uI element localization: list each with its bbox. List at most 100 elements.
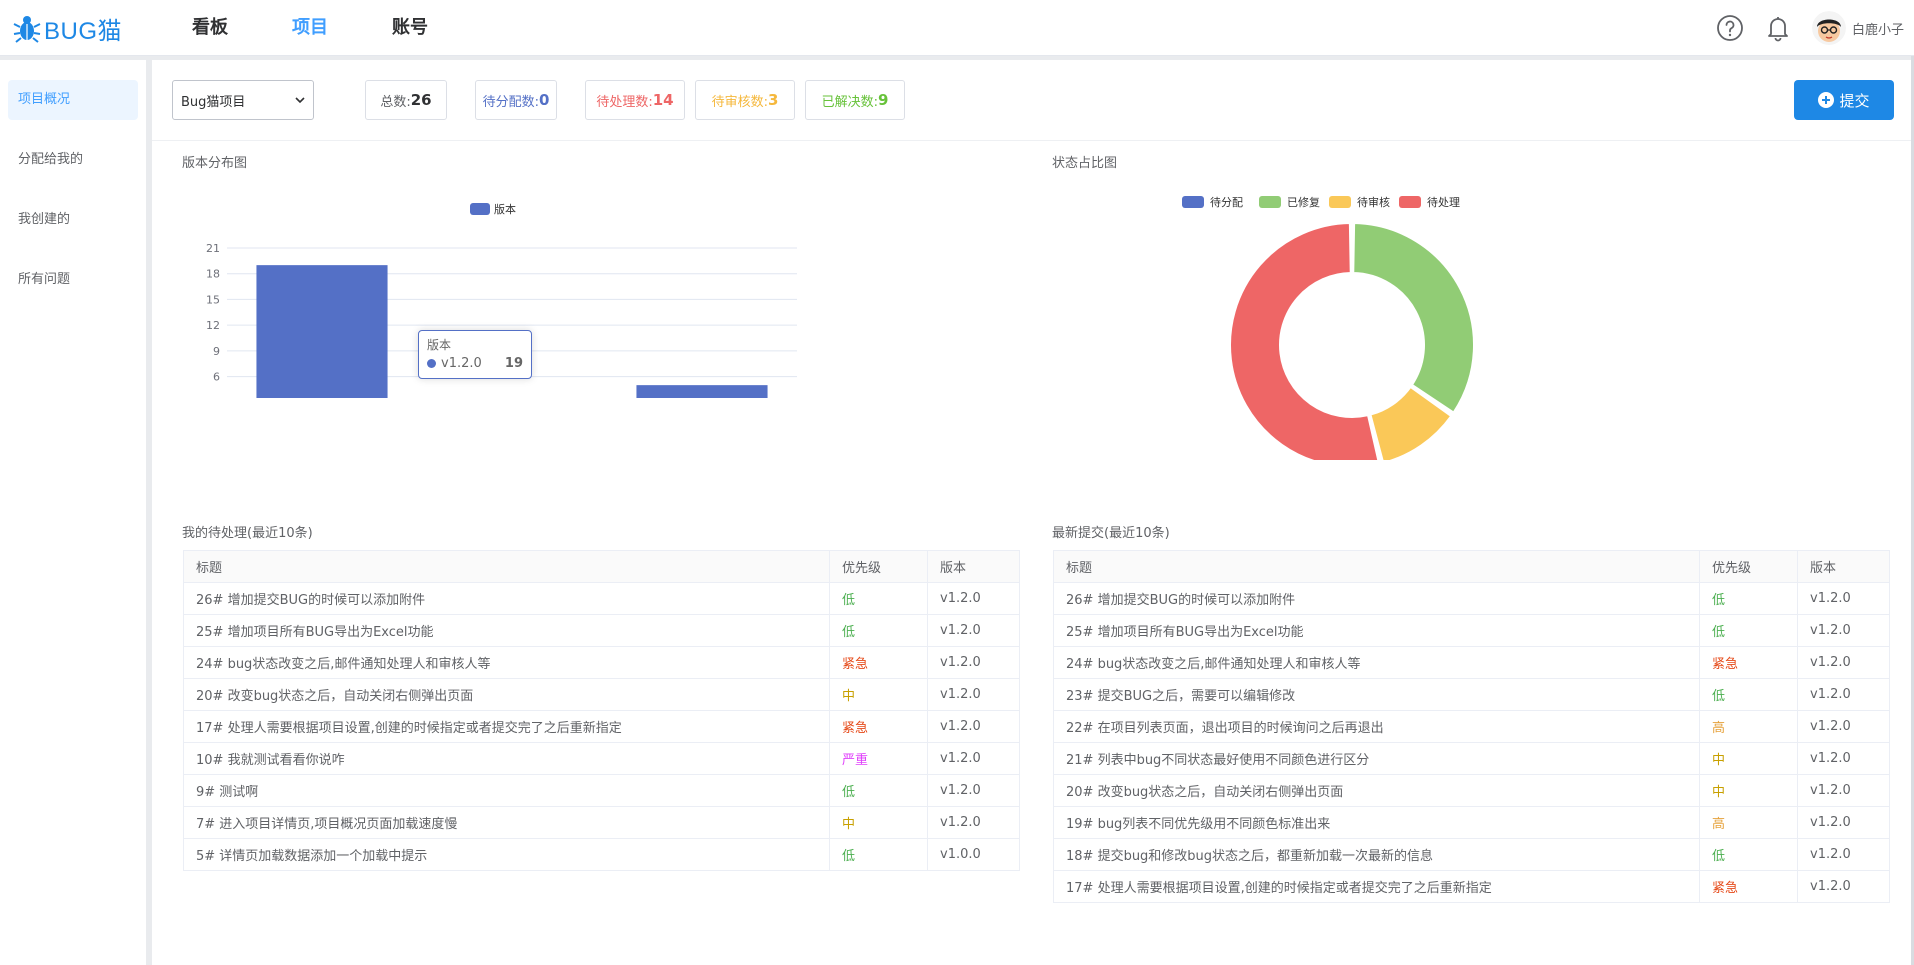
row-title: 26# 增加提交BUG的时候可以添加附件 [1053,582,1700,615]
stat-to-assign[interactable]: 待分配数: 0 [475,80,557,120]
y-tick-label: 18 [206,268,220,281]
tooltip-value: 19 [504,356,523,371]
row-title: 25# 增加项目所有BUG导出为Excel功能 [1053,614,1700,647]
row-version: v1.2.0 [927,806,1020,839]
legend-swatch-1 [1259,196,1281,208]
stat-to-process[interactable]: 待处理数: 14 [585,80,685,120]
table-row[interactable]: 10# 我就测试看看你说咋 严重 v1.2.0 [183,742,1020,775]
latest-table-title: 最新提交(最近10条) [1052,526,1170,541]
stat-to-review-value: 3 [767,91,779,109]
top-right-tools: 白鹿小子 [1716,0,1904,56]
row-priority: 紧急 [829,646,928,679]
table-row[interactable]: 25# 增加项目所有BUG导出为Excel功能低 v1.2.0 [183,614,1020,647]
legend-swatch-0 [1182,196,1204,208]
row-priority: 低 [1699,838,1798,871]
bell-icon[interactable] [1764,14,1792,42]
table-row[interactable]: 24# bug状态改变之后,邮件通知处理人和审核人等 紧急 v1.2.0 [183,646,1020,679]
table-row[interactable]: 7# 进入项目详情页,项目概况页面加载速度慢中 v1.2.0 [183,806,1020,839]
user-name[interactable]: 白鹿小子 [1852,19,1904,38]
row-version: v1.2.0 [927,614,1020,647]
row-version: v1.2.0 [1797,582,1890,615]
row-title: 24# bug状态改变之后,邮件通知处理人和审核人等 [1053,646,1700,679]
table-row[interactable]: 22# 在项目列表页面，退出项目的时候询问之后再退出高 v1.2.0 [1053,710,1890,743]
row-version: v1.2.0 [927,710,1020,743]
row-priority: 中 [829,806,928,839]
table-row[interactable]: 18# 提交bug和修改bug状态之后，都重新加载一次最新的信息低 v1.2.0 [1053,838,1890,871]
row-version: v1.2.0 [927,582,1020,615]
legend-swatch-3 [1399,196,1421,208]
tooltip-series: 版本 [427,338,452,352]
row-title: 20# 改变bug状态之后，自动关闭右侧弹出页面 [1053,774,1700,807]
col-version[interactable]: 版本 [1797,550,1890,583]
sidebar-item-all-issues[interactable]: 所有问题 [8,260,138,300]
table-row[interactable]: 25# 增加项目所有BUG导出为Excel功能低 v1.2.0 [1053,614,1890,647]
row-title: 17# 处理人需要根据项目设置,创建的时候指定或者提交完了之后重新指定 [1053,870,1700,903]
row-priority: 紧急 [1699,646,1798,679]
table-row[interactable]: 20# 改变bug状态之后，自动关闭右侧弹出页面中 v1.2.0 [1053,774,1890,807]
project-select[interactable]: Bug猫项目 [172,80,314,120]
table-row[interactable]: 5# 详情页加载数据添加一个加载中提示低 v1.0.0 [183,838,1020,871]
row-priority: 高 [1699,710,1798,743]
sidebar-item-overview[interactable]: 项目概况 [8,80,138,120]
table-row[interactable]: 9# 测试啊低 v1.2.0 [183,774,1020,807]
bar-v1.2.0 [256,265,388,398]
stat-resolved-value: 9 [877,91,889,109]
sidebar-item-created-by-me[interactable]: 我创建的 [8,200,138,240]
row-priority: 低 [829,838,928,871]
row-title: 21# 列表中bug不同状态最好使用不同颜色进行区分 [1053,742,1700,775]
table-row[interactable]: 20# 改变bug状态之后，自动关闭右侧弹出页面中 v1.2.0 [183,678,1020,711]
logo-text: BUG猫 [44,17,123,45]
sidebar-item-assigned-to-me[interactable]: 分配给我的 [8,140,138,180]
row-version: v1.2.0 [1797,774,1890,807]
plus-circle-icon [1818,92,1835,108]
pending-table: 标题 优先级 版本 26# 增加提交BUG的时候可以添加附件低 v1.2.0 25#… [183,550,1020,871]
row-priority: 低 [1699,678,1798,711]
row-version: v1.2.0 [1797,710,1890,743]
stat-resolved-label: 已解决数: [821,94,878,110]
row-version: v1.2.0 [927,742,1020,775]
submit-button[interactable]: 提交 [1794,80,1894,120]
help-circle-icon[interactable] [1716,14,1744,42]
stat-to-review[interactable]: 待审核数: 3 [695,80,795,120]
stat-resolved[interactable]: 已解决数: 9 [805,80,905,120]
table-row[interactable]: 26# 增加提交BUG的时候可以添加附件低 v1.2.0 [1053,582,1890,615]
row-version: v1.0.0 [927,838,1020,871]
avatar[interactable] [1811,11,1846,45]
submit-label: 提交 [1839,91,1870,110]
nav-accounts[interactable]: 账号 [360,0,460,56]
nav-dashboard[interactable]: 看板 [160,0,260,56]
col-priority[interactable]: 优先级 [829,550,928,583]
table-row[interactable]: 17# 处理人需要根据项目设置,创建的时候指定或者提交完了之后重新指定 紧急 v1.… [183,710,1020,743]
main-content: Bug猫项目 总数: 26 待分配数: 0 待处理数: 14 待审核数: 3 已… [152,60,1914,965]
stat-total-value: 26 [410,91,432,109]
legend-label: 待处理 [1427,195,1460,209]
table-row[interactable]: 19# bug列表不同优先级用不同颜色标准出来高 v1.2.0 [1053,806,1890,839]
row-priority: 低 [829,582,928,615]
slice-已修复 [1352,222,1475,414]
main-nav: 看板 项目 账号 [160,0,460,56]
stat-total[interactable]: 总数: 26 [365,80,447,120]
row-title: 25# 增加项目所有BUG导出为Excel功能 [183,614,830,647]
y-tick-label: 12 [206,319,220,332]
table-row[interactable]: 26# 增加提交BUG的时候可以添加附件低 v1.2.0 [183,582,1020,615]
table-row[interactable]: 23# 提交BUG之后，需要可以编辑修改低 v1.2.0 [1053,678,1890,711]
table-row[interactable]: 17# 处理人需要根据项目设置,创建的时候指定或者提交完了之后重新指定 紧急 v1.… [1053,870,1890,903]
legend-swatch-2 [1329,196,1351,208]
col-priority[interactable]: 优先级 [1699,550,1798,583]
stat-to-process-value: 14 [652,91,674,109]
row-title: 10# 我就测试看看你说咋 [183,742,830,775]
pending-table-header: 标题 优先级 版本 [183,550,1020,583]
row-priority: 高 [1699,806,1798,839]
table-row[interactable]: 24# bug状态改变之后,邮件通知处理人和审核人等 紧急 v1.2.0 [1053,646,1890,679]
col-title[interactable]: 标题 [1053,550,1700,583]
col-title[interactable]: 标题 [183,550,830,583]
logo[interactable]: BUG猫 [12,12,123,45]
nav-projects[interactable]: 项目 [260,0,360,56]
table-row[interactable]: 21# 列表中bug不同状态最好使用不同颜色进行区分中 v1.2.0 [1053,742,1890,775]
row-priority: 低 [1699,614,1798,647]
stat-total-label: 总数: [380,94,411,110]
col-version[interactable]: 版本 [927,550,1020,583]
bar-v1.0.0 [636,385,768,398]
legend-label: 版本 [494,202,516,216]
legend-swatch [470,203,490,215]
